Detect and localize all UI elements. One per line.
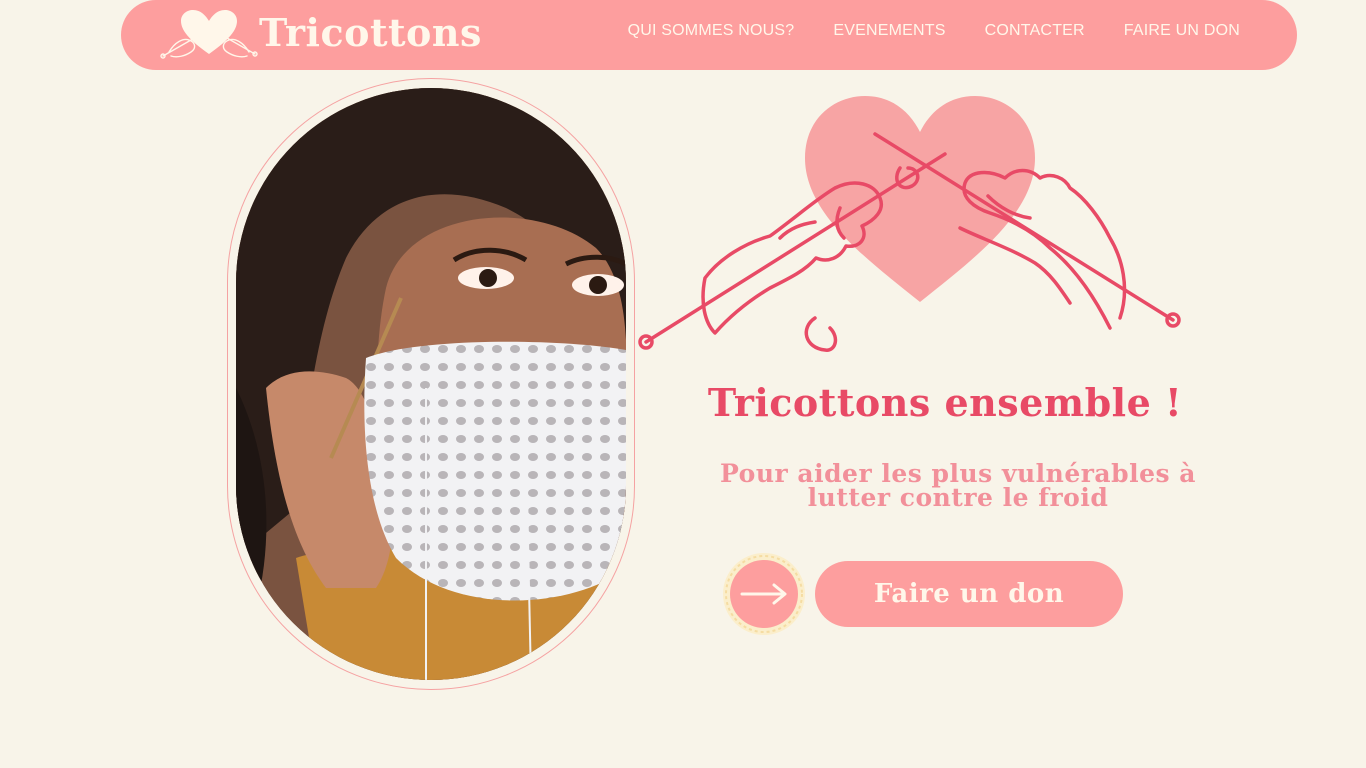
- nav-link-qui-sommes-nous[interactable]: QUI SOMMES NOUS?: [628, 22, 795, 40]
- donate-button[interactable]: Faire un don: [815, 561, 1123, 627]
- arrow-right-icon[interactable]: [722, 552, 806, 636]
- hero-photo: [236, 88, 626, 680]
- main-nav: QUI SOMMES NOUS? EVENEMENTS CONTACTER FA…: [628, 22, 1240, 40]
- hero-title: Tricottons ensemble !: [707, 380, 1183, 425]
- hero-subtitle: Pour aider les plus vulnérables à lutter…: [720, 459, 1196, 512]
- knitting-hands-heart-icon: [638, 96, 1181, 352]
- logo-knitting-heart-icon[interactable]: [159, 6, 259, 64]
- top-navbar: Tricottons QUI SOMMES NOUS? EVENEMENTS C…: [121, 0, 1297, 70]
- brand-name[interactable]: Tricottons: [259, 8, 482, 58]
- nav-link-evenements[interactable]: EVENEMENTS: [833, 22, 945, 40]
- nav-link-faire-un-don[interactable]: FAIRE UN DON: [1124, 22, 1240, 40]
- nav-link-contacter[interactable]: CONTACTER: [985, 22, 1085, 40]
